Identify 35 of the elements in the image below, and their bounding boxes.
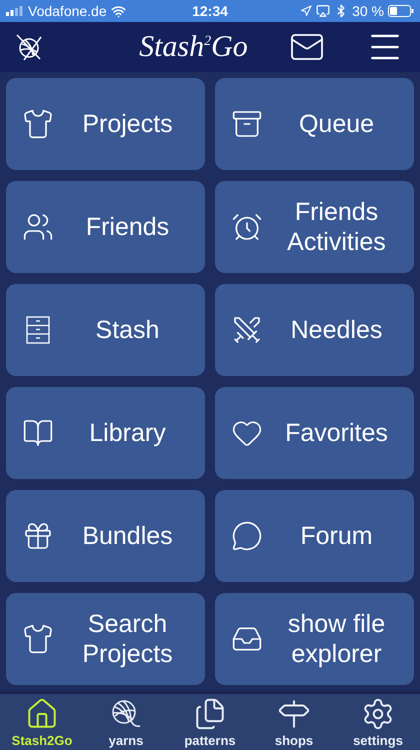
location-icon (300, 5, 312, 17)
menu-tile[interactable]: Friends (6, 181, 205, 273)
menu-tile[interactable]: Favorites (215, 387, 414, 479)
shirt-icon (22, 623, 54, 655)
tab-bar-item[interactable]: patterns (168, 694, 252, 750)
crossed-needles-icon (231, 314, 263, 346)
menu-tile[interactable]: Needles (215, 284, 414, 376)
tab-bar-item[interactable]: settings (336, 694, 420, 750)
shirt-icon (22, 108, 54, 140)
yarn-needles-icon[interactable] (14, 32, 44, 62)
clock-time: 12:34 (192, 3, 228, 19)
airplay-icon (316, 4, 330, 18)
menu-tile[interactable]: Queue (215, 78, 414, 170)
box-icon (231, 108, 263, 140)
people-icon (22, 211, 54, 243)
signal-icon (6, 6, 24, 16)
menu-tile[interactable]: Projects (6, 78, 205, 170)
menu-tile[interactable]: show file explorer (215, 593, 414, 685)
speech-bubble-icon (231, 520, 263, 552)
tab-bar-item[interactable]: Stash2Go (0, 694, 84, 750)
menu-tile[interactable]: Stash (6, 284, 205, 376)
menu-tile[interactable]: Forum (215, 490, 414, 582)
tab-bar-item[interactable]: yarns (84, 694, 168, 750)
menu-tile[interactable]: Search Projects (6, 593, 205, 685)
menu-tile[interactable]: Bundles (6, 490, 205, 582)
gift-icon (22, 520, 54, 552)
clock-icon (231, 211, 263, 243)
menu-tile[interactable]: Friends Activities (215, 181, 414, 273)
tab-bar-item[interactable]: shops (252, 694, 336, 750)
menu-tile[interactable]: Library (6, 387, 205, 479)
app-logo: Stash$^{2}$Go (139, 30, 248, 64)
carrier-name: Vodafone.de (28, 3, 107, 19)
wifi-icon (110, 4, 126, 18)
battery-icon (388, 5, 414, 17)
battery-percent: 30 % (352, 3, 384, 19)
